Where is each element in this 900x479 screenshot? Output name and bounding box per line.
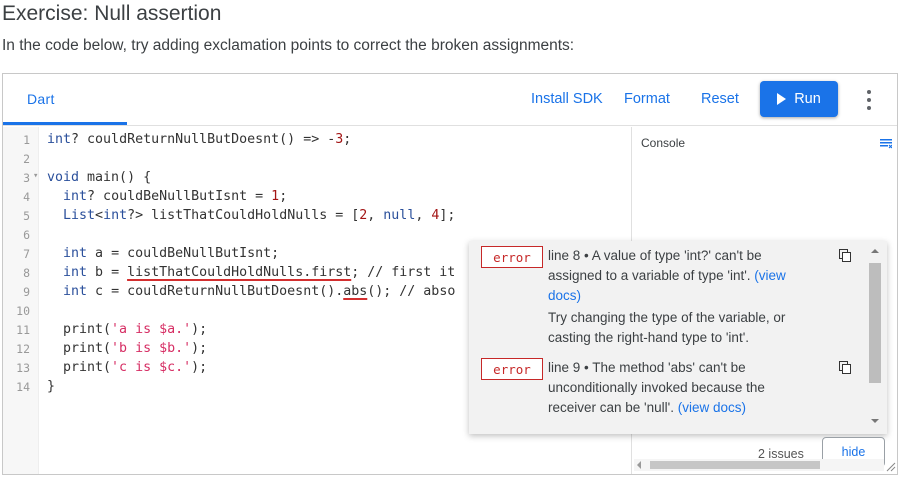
run-label: Run: [794, 91, 821, 107]
scroll-left-icon[interactable]: [637, 461, 641, 469]
scrollbar-thumb[interactable]: [869, 263, 881, 383]
line-number: 2: [23, 152, 30, 166]
play-icon: [777, 93, 787, 105]
line-number: 5: [23, 209, 30, 223]
scroll-up-icon[interactable]: [871, 249, 879, 253]
tab-active-indicator: [3, 122, 127, 125]
code-line-3: void main() {: [47, 170, 152, 185]
install-sdk-button[interactable]: Install SDK: [531, 91, 603, 107]
code-line-4: int? couldBeNullButIsnt = 1;: [63, 189, 288, 204]
code-line-1: int? couldReturnNullButDoesnt() => -3;: [47, 132, 352, 147]
scrollbar-thumb[interactable]: [650, 461, 820, 469]
line-number: 9: [23, 285, 30, 299]
code-line-11: print('a is $a.');: [47, 322, 208, 337]
line-number: 12: [16, 342, 30, 356]
code-line-5: List<int?> listThatCouldHoldNulls = [2, …: [63, 208, 456, 223]
resize-grip-icon[interactable]: [886, 462, 896, 472]
code-line-12: print('b is $b.');: [47, 341, 208, 356]
scroll-down-icon[interactable]: [871, 419, 879, 423]
issue-message: line 9 • The method 'abs' can't be uncon…: [548, 358, 800, 418]
code-line-13: print('c is $c.');: [47, 360, 208, 375]
issues-scrollbar[interactable]: [866, 241, 886, 434]
code-line-9: int c = couldReturnNullButDoesnt().abs()…: [63, 284, 456, 299]
run-button[interactable]: Run: [760, 81, 838, 117]
copy-icon[interactable]: [839, 361, 852, 375]
exercise-description: In the code below, try adding exclamatio…: [2, 37, 575, 54]
reset-button[interactable]: Reset: [701, 91, 739, 107]
code-line-7: int a = couldBeNullButIsnt;: [63, 246, 280, 261]
line-number: 8: [23, 266, 30, 280]
code-line-8: int b = listThatCouldHoldNulls.first; //…: [63, 265, 456, 280]
issues-panel: error line 8 • A value of type 'int?' ca…: [469, 241, 887, 434]
issue-hint: Try changing the type of the variable, o…: [548, 310, 786, 345]
line-number: 13: [16, 361, 30, 375]
line-number: 14: [16, 380, 30, 394]
issue-message-text: line 8 • A value of type 'int?' can't be…: [548, 248, 762, 283]
format-button[interactable]: Format: [624, 91, 670, 107]
line-number: 3: [23, 171, 30, 185]
line-number: 1: [23, 133, 30, 147]
copy-icon[interactable]: [839, 249, 852, 263]
line-number: 10: [16, 304, 30, 318]
fold-marker-icon[interactable]: ▾: [33, 171, 38, 181]
line-number: 6: [23, 228, 30, 242]
error-badge: error: [481, 246, 543, 268]
issue-message: line 8 • A value of type 'int?' can't be…: [548, 246, 800, 306]
tab-dart[interactable]: Dart: [27, 91, 55, 107]
console-label: Console: [641, 136, 686, 150]
console-h-scrollbar[interactable]: [634, 459, 884, 471]
line-number: 4: [23, 190, 30, 204]
line-number: 7: [23, 247, 30, 261]
toolbar: Dart Install SDK Format Reset Run: [3, 74, 897, 126]
clear-console-icon[interactable]: [880, 139, 892, 149]
view-docs-link[interactable]: (view docs): [678, 400, 746, 415]
exercise-title: Exercise: Null assertion: [2, 2, 222, 25]
error-badge: error: [481, 358, 543, 380]
code-line-14: }: [47, 379, 56, 394]
dartpad-frame: Dart Install SDK Format Reset Run 1 2 3 …: [2, 73, 898, 475]
more-vert-icon[interactable]: [859, 88, 879, 112]
line-number: 11: [16, 323, 30, 337]
